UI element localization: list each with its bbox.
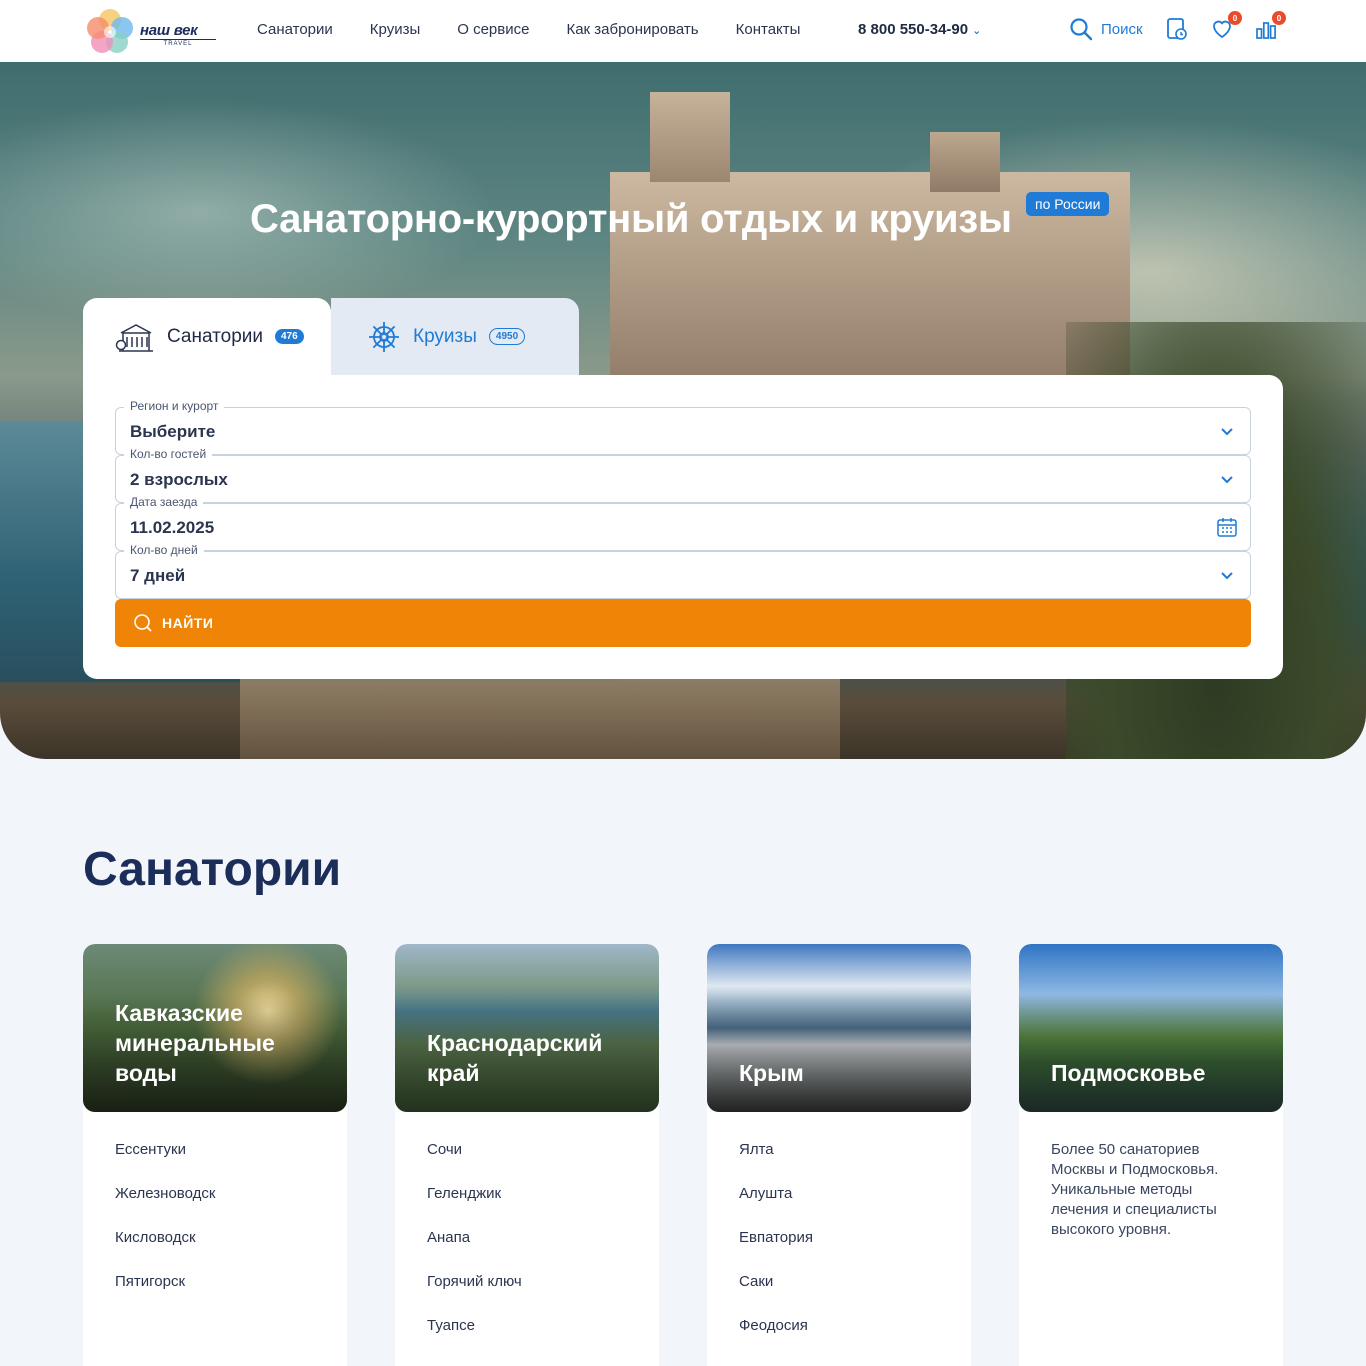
resort-link[interactable]: Саки: [739, 1272, 939, 1316]
resort-link[interactable]: Анапа: [427, 1228, 627, 1272]
logo-flower-icon: [87, 9, 133, 53]
logo-sub-label: TRAVEL: [159, 41, 197, 47]
tab-sanatoriums-label: Санатории: [167, 325, 263, 347]
chevron-down-icon: ⌄: [972, 25, 982, 37]
tab-cruises-count: 4950: [488, 328, 526, 345]
compare-button[interactable]: 0: [1254, 11, 1286, 41]
resort-list: Ессентуки Железноводск Кисловодск Пятиго…: [83, 1112, 347, 1316]
search-icon: [134, 614, 152, 632]
resort-link[interactable]: Туапсе: [427, 1316, 627, 1360]
resort-list: Сочи Геленджик Анапа Горячий ключ Туапсе: [395, 1112, 659, 1360]
region-card-kmv: Кавказские минеральные воды Ессентуки Же…: [83, 944, 347, 1366]
nav-how-to-book[interactable]: Как забронировать: [566, 21, 698, 38]
resort-link[interactable]: Кисловодск: [115, 1228, 315, 1272]
region-card-image[interactable]: Крым: [707, 944, 971, 1112]
region-card-image[interactable]: Подмосковье: [1019, 944, 1283, 1112]
region-card-description: Более 50 санаториев Москвы и Подмосковья…: [1051, 1141, 1219, 1238]
nav-about[interactable]: О сервисе: [457, 21, 529, 38]
guests-value: 2 взрослых: [130, 470, 228, 489]
tab-cruises-label: Круизы: [413, 325, 477, 347]
logo-subtext: TRAVEL: [140, 39, 216, 48]
resort-link[interactable]: Горячий ключ: [427, 1272, 627, 1316]
region-value: Выберите: [130, 422, 216, 441]
region-card-title[interactable]: Крым: [739, 1058, 959, 1088]
region-card-image[interactable]: Краснодарский край: [395, 944, 659, 1112]
sanatorium-building-icon: [115, 323, 153, 352]
ship-wheel-icon: [369, 321, 399, 352]
resort-link[interactable]: Ессентуки: [115, 1140, 315, 1184]
region-card-image[interactable]: Кавказские минеральные воды: [83, 944, 347, 1112]
resort-link[interactable]: Сочи: [427, 1140, 627, 1184]
search-icon: [1070, 18, 1093, 41]
chevron-down-icon: [1221, 428, 1233, 436]
resort-list: Ялта Алушта Евпатория Саки Феодосия: [707, 1112, 971, 1360]
favorites-button[interactable]: 0: [1210, 11, 1242, 41]
hero-dome-image: [930, 132, 1000, 192]
history-button[interactable]: [1166, 17, 1190, 41]
tab-sanatoriums[interactable]: Санатории 476: [83, 298, 331, 375]
region-label: Регион и курорт: [124, 399, 225, 413]
favorites-count-badge: 0: [1228, 11, 1242, 25]
phone-number: 8 800 550-34-90: [858, 21, 969, 38]
region-card-crimea: Крым Ялта Алушта Евпатория Саки Феодосия: [707, 944, 971, 1366]
resort-link[interactable]: Алушта: [739, 1184, 939, 1228]
resort-link[interactable]: Евпатория: [739, 1228, 939, 1272]
region-card-moscow-region: Подмосковье Более 50 санаториев Москвы и…: [1019, 944, 1283, 1366]
region-card-title[interactable]: Подмосковье: [1051, 1058, 1271, 1088]
hero-tower-image: [650, 92, 730, 182]
resort-link[interactable]: Железноводск: [115, 1184, 315, 1228]
chevron-down-icon: [1221, 476, 1233, 484]
guests-select[interactable]: Кол-во гостей 2 взрослых: [115, 447, 1251, 503]
region-card-title[interactable]: Краснодарский край: [427, 1028, 647, 1088]
search-panel: Регион и курорт Выберите Кол-во гостей 2…: [83, 375, 1283, 679]
recent-viewed-icon: [1167, 18, 1187, 40]
compare-count-badge: 0: [1272, 11, 1286, 25]
phone-dropdown[interactable]: 8 800 550-34-90 ⌄: [858, 21, 981, 38]
search-label: Поиск: [1101, 20, 1143, 38]
find-button[interactable]: НАЙТИ: [115, 599, 1251, 647]
tab-sanatoriums-count: 476: [275, 329, 304, 344]
nav-sanatoriums[interactable]: Санатории: [257, 21, 333, 38]
site-header: наш век TRAVEL Санатории Круизы О сервис…: [0, 0, 1366, 62]
find-button-label: НАЙТИ: [162, 615, 214, 631]
hero-tag: по России: [1026, 192, 1110, 216]
resort-link[interactable]: Пятигорск: [115, 1272, 315, 1316]
region-card-krasnodar: Краснодарский край Сочи Геленджик Анапа …: [395, 944, 659, 1366]
nav-contacts[interactable]: Контакты: [736, 21, 801, 38]
guests-label: Кол-во гостей: [124, 447, 213, 461]
search-button[interactable]: Поиск: [1069, 17, 1143, 41]
region-select[interactable]: Регион и курорт Выберите: [115, 399, 1251, 455]
hero-title: Санаторно-курортный отдых и круизы: [250, 197, 1012, 241]
calendar-icon[interactable]: [1216, 516, 1238, 538]
search-tabs: Санатории 476 Круизы 4950: [83, 298, 579, 375]
resort-link[interactable]: Геленджик: [427, 1184, 627, 1228]
nav-cruises[interactable]: Круизы: [370, 21, 420, 38]
resort-link[interactable]: Феодосия: [739, 1316, 939, 1360]
logo[interactable]: наш век TRAVEL: [86, 6, 218, 56]
tab-cruises[interactable]: Круизы 4950: [331, 298, 579, 375]
resort-link[interactable]: Ялта: [739, 1140, 939, 1184]
checkin-date-field[interactable]: Дата заезда 11.02.2025: [115, 495, 1251, 551]
main-nav: Санатории Круизы О сервисе Как заброниро…: [257, 21, 837, 38]
hero-beach-image: [240, 672, 840, 759]
chevron-down-icon: [1221, 572, 1233, 580]
checkin-label: Дата заезда: [124, 495, 204, 509]
days-label: Кол-во дней: [124, 543, 204, 557]
days-value: 7 дней: [130, 566, 186, 585]
sanatoriums-section-title: Санатории: [83, 843, 342, 896]
checkin-value: 11.02.2025: [130, 518, 215, 537]
logo-text: наш век: [140, 22, 198, 39]
region-card-title[interactable]: Кавказские минеральные воды: [115, 998, 335, 1088]
days-select[interactable]: Кол-во дней 7 дней: [115, 543, 1251, 599]
